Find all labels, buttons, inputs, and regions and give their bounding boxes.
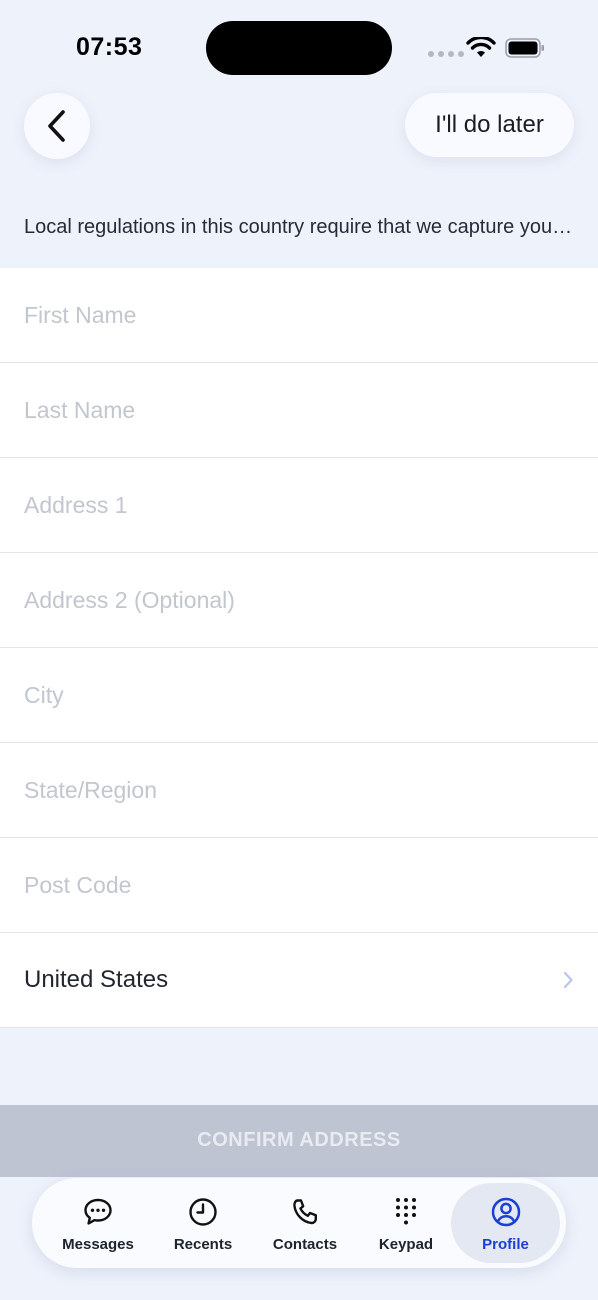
tab-label: Contacts <box>272 1236 338 1253</box>
regulation-notice: Local regulations in this country requir… <box>24 216 574 238</box>
address2-input[interactable] <box>24 586 564 614</box>
confirm-address-button[interactable]: CONFIRM ADDRESS <box>0 1105 598 1177</box>
country-selector[interactable]: United States <box>0 933 598 1028</box>
postcode-row <box>0 838 598 933</box>
chevron-left-icon <box>48 110 65 142</box>
status-bar: 07:53 <box>0 0 598 96</box>
state-row <box>0 743 598 838</box>
tab-label: Messages <box>62 1236 134 1253</box>
tab-label: Recents <box>173 1236 233 1253</box>
first-name-row <box>0 268 598 363</box>
first-name-input[interactable] <box>24 301 564 329</box>
chat-bubble-icon <box>84 1198 112 1225</box>
wifi-icon <box>466 37 496 57</box>
last-name-row <box>0 363 598 458</box>
signal-icon <box>428 51 464 57</box>
back-button[interactable] <box>24 93 90 159</box>
tab-recents[interactable]: Recents <box>152 1178 254 1268</box>
tab-profile[interactable]: Profile <box>451 1183 560 1263</box>
battery-icon <box>505 38 544 58</box>
chevron-right-icon <box>563 971 573 989</box>
phone-icon <box>293 1199 317 1225</box>
city-input[interactable] <box>24 681 564 709</box>
country-value: United States <box>24 966 169 993</box>
address1-input[interactable] <box>24 491 564 519</box>
tab-bar: Messages Recents Contacts Keypad Profile <box>32 1178 566 1268</box>
last-name-input[interactable] <box>24 396 564 424</box>
tab-keypad[interactable]: Keypad <box>356 1178 456 1268</box>
address-form: United States <box>0 268 598 1028</box>
clock-icon <box>189 1198 217 1226</box>
tab-label: Keypad <box>378 1236 434 1253</box>
status-time: 07:53 <box>76 33 143 61</box>
postcode-input[interactable] <box>24 871 564 899</box>
dynamic-island <box>206 21 392 75</box>
keypad-icon <box>396 1198 416 1225</box>
tab-contacts[interactable]: Contacts <box>254 1178 356 1268</box>
do-later-button[interactable]: I'll do later <box>405 93 574 157</box>
tab-label: Profile <box>482 1236 529 1253</box>
city-row <box>0 648 598 743</box>
tab-messages[interactable]: Messages <box>46 1178 150 1268</box>
user-circle-icon <box>491 1197 520 1227</box>
state-input[interactable] <box>24 776 564 804</box>
address1-row <box>0 458 598 553</box>
address2-row <box>0 553 598 648</box>
